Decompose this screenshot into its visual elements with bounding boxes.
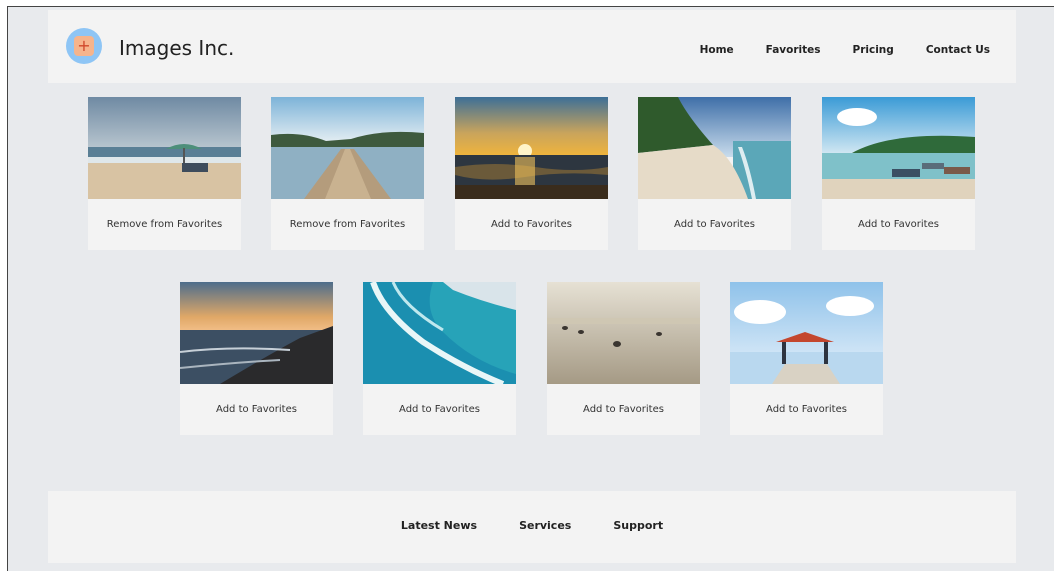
footer-nav: Latest News Services Support <box>48 519 1016 532</box>
shore-birds-photo <box>547 282 700 384</box>
gallery-card: Add to Favorites <box>547 282 700 435</box>
main-nav: Home Favorites Pricing Contact Us <box>700 44 990 56</box>
nav-favorites[interactable]: Favorites <box>766 44 821 56</box>
pier-gazebo-photo <box>730 282 883 384</box>
add-to-favorites-button[interactable]: Add to Favorites <box>547 384 700 435</box>
brand-name: Images Inc. <box>119 36 235 60</box>
remove-from-favorites-button[interactable]: Remove from Favorites <box>271 199 424 250</box>
aerial-waves-photo <box>363 282 516 384</box>
add-to-favorites-button[interactable]: Add to Favorites <box>363 384 516 435</box>
nav-pricing[interactable]: Pricing <box>853 44 894 56</box>
add-to-favorites-button[interactable]: Add to Favorites <box>180 384 333 435</box>
gallery-card: Add to Favorites <box>730 282 883 435</box>
add-to-favorites-button[interactable]: Add to Favorites <box>638 199 791 250</box>
nav-home[interactable]: Home <box>700 44 734 56</box>
coast-dusk-photo <box>180 282 333 384</box>
footer-link-latest-news[interactable]: Latest News <box>401 519 477 532</box>
page-frame: + Images Inc. Home Favorites Pricing Con… <box>7 6 1054 571</box>
lake-pier-photo <box>271 97 424 199</box>
gallery-card: Remove from Favorites <box>271 97 424 250</box>
gallery-card: Add to Favorites <box>180 282 333 435</box>
logo[interactable]: + <box>66 28 102 64</box>
remove-from-favorites-button[interactable]: Remove from Favorites <box>88 199 241 250</box>
ocean-sunset-photo <box>455 97 608 199</box>
footer-link-support[interactable]: Support <box>613 519 663 532</box>
gallery-card: Add to Favorites <box>363 282 516 435</box>
beach-umbrella-photo <box>88 97 241 199</box>
footer-link-services[interactable]: Services <box>519 519 571 532</box>
site-footer: Latest News Services Support <box>48 491 1016 563</box>
site-header: + Images Inc. Home Favorites Pricing Con… <box>48 10 1016 83</box>
add-to-favorites-button[interactable]: Add to Favorites <box>730 384 883 435</box>
nav-contact-us[interactable]: Contact Us <box>926 44 990 56</box>
add-to-favorites-button[interactable]: Add to Favorites <box>822 199 975 250</box>
add-to-favorites-button[interactable]: Add to Favorites <box>455 199 608 250</box>
gallery-card: Add to Favorites <box>455 97 608 250</box>
boats-bay-photo <box>822 97 975 199</box>
gallery-card: Remove from Favorites <box>88 97 241 250</box>
gallery-card: Add to Favorites <box>638 97 791 250</box>
tropical-beach-photo <box>638 97 791 199</box>
gallery-card: Add to Favorites <box>822 97 975 250</box>
plus-icon: + <box>74 36 94 56</box>
